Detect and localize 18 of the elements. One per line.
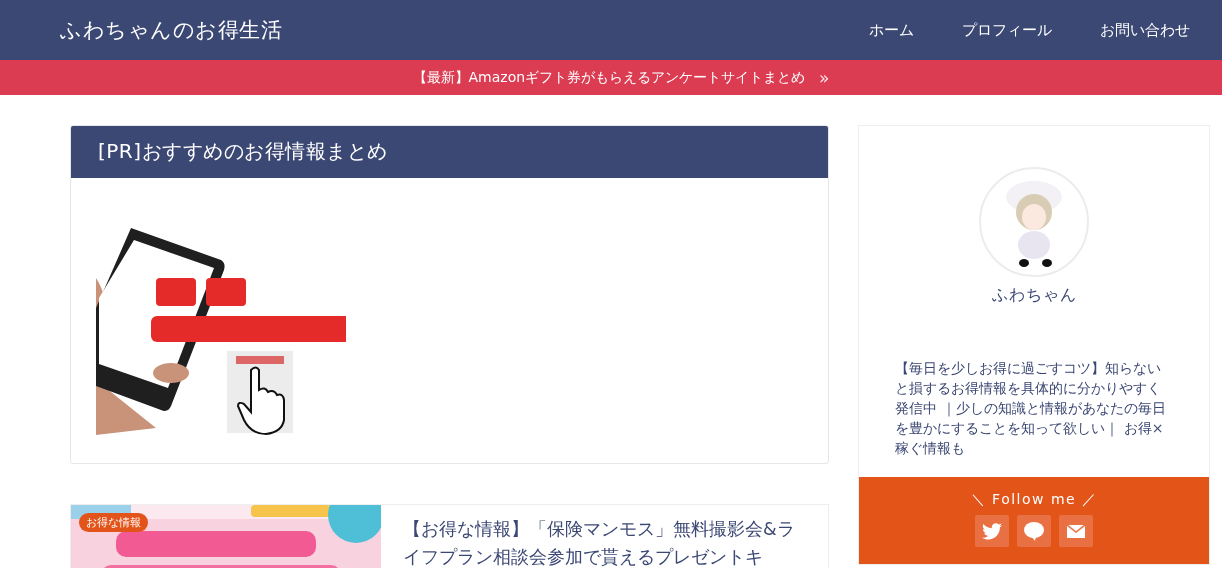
nav-link[interactable]: ホーム (849, 12, 934, 48)
profile-name: ふわちゃん (991, 285, 1077, 306)
nav-link[interactable]: プロフィール (942, 12, 1072, 48)
social-button[interactable] (1017, 515, 1052, 547)
nav-link[interactable]: お問い合わせ (1080, 12, 1210, 48)
mail-icon (1067, 524, 1086, 538)
post-title-link[interactable]: 【お得な情報】「保険マンモス」無料撮影会&ライフプラン相談会参加で貰えるプレゼントキ (403, 505, 795, 568)
profile-bio: 【毎日を少しお得に過ごすコツ】知らないと損するお得情報を具体的に分かりやすく発信中 ｜少しの知識と情報があなたの毎日を豊かにすることを知って欲しい｜ お得×稼ぐ情報も (895, 359, 1167, 458)
speech-bubble-icon (1024, 521, 1045, 541)
social-button[interactable] (975, 515, 1010, 547)
follow-label: ＼ Follow me ／ (970, 491, 1098, 509)
notice-link[interactable]: 【最新】Amazonギフト券がもらえるアンケートサイトまとめ (412, 68, 806, 87)
double-chevron-icon: » (819, 67, 830, 88)
site-title[interactable]: ふわちゃんのお得生活 (60, 16, 282, 44)
twitter-icon (982, 522, 1003, 540)
social-button[interactable] (1059, 515, 1094, 547)
category-label: お得な情報 (79, 513, 148, 532)
card-title: [PR]おすすめのお得情報まとめ (71, 126, 829, 178)
